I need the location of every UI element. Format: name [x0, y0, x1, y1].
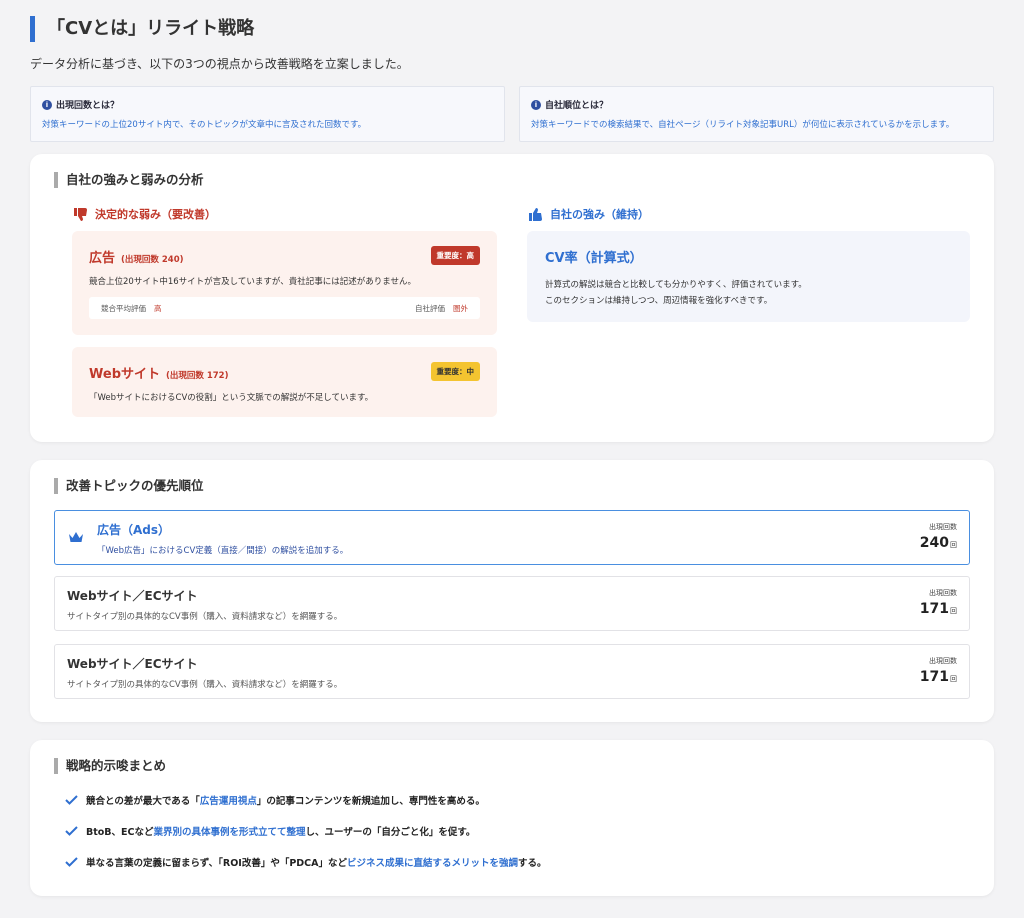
page-title: 「CVとは」リライト戦略 — [30, 16, 254, 42]
summary-item: BtoB、ECなど業界別の具体事例を形式立てて整理し、ユーザーの「自分ごと化」を… — [65, 824, 475, 838]
section-heading: 自社の強みと弱みの分析 — [54, 172, 204, 188]
crown-icon — [69, 532, 83, 542]
info-box-appearance-count: i 出現回数とは？ 対策キーワードの上位20サイト内で、そのトピックが文章中に言… — [30, 86, 505, 142]
section-heading: 改善トピックの優先順位 — [54, 478, 204, 494]
strong-item-desc-1: 計算式の解説は競合と比較しても分かりやすく、評価されています。 — [545, 280, 807, 290]
priority-row-top[interactable]: 広告（Ads） 「Web広告」におけるCV定義（直接／間接）の解説を追加する。 … — [54, 510, 970, 565]
strong-heading: 自社の強み（維持） — [529, 206, 649, 222]
priority-badge-mid: 重要度：中 — [430, 362, 480, 381]
priority-desc: 「Web広告」におけるCV定義（直接／間接）の解説を追加する。 — [97, 546, 349, 556]
weak-item-desc: 「WebサイトにおけるCVの役割」という文脈での解説が不足しています。 — [89, 393, 374, 403]
evaluation-bar: 競合平均評価高 自社評価 圏外 — [89, 297, 480, 319]
weak-item-count: (出現回数 172) — [166, 371, 229, 381]
priority-title: 広告（Ads） — [97, 523, 171, 537]
priority-title: Webサイト／ECサイト — [67, 589, 198, 603]
thumbs-down-icon — [74, 207, 87, 221]
thumbs-up-icon — [529, 207, 542, 221]
strong-item-cv-rate: CV率（計算式） 計算式の解説は競合と比較しても分かりやすく、評価されています。… — [527, 231, 970, 322]
info-text: 対策キーワードの上位20サイト内で、そのトピックが文章中に言及された回数です。 — [42, 120, 367, 130]
weak-item-count: (出現回数 240) — [121, 255, 184, 265]
info-box-own-rank: i 自社順位とは？ 対策キーワードでの検索結果で、自社ページ（リライト対象記事U… — [519, 86, 994, 142]
eval-left-value: 高 — [154, 303, 162, 313]
count-unit: 回 — [950, 675, 957, 683]
priority-row[interactable]: Webサイト／ECサイト サイトタイプ別の具体的なCV事例（購入、資料請求など）… — [54, 644, 970, 699]
count-label: 出現回数 — [929, 589, 957, 597]
check-icon — [65, 857, 78, 867]
weak-item-title: Webサイト — [89, 367, 160, 382]
weak-item-desc: 競合上位20サイト中16サイトが言及していますが、貴社記事には記述がありません。 — [89, 277, 416, 287]
summary-highlight: 業界別の具体事例を形式立てて整理 — [153, 827, 306, 838]
weak-item-ads: 広告 (出現回数 240) 重要度：高 競合上位20サイト中16サイトが言及して… — [72, 231, 497, 335]
priority-row[interactable]: Webサイト／ECサイト サイトタイプ別の具体的なCV事例（購入、資料請求など）… — [54, 576, 970, 631]
summary-item: 競合との差が最大である「広告運用視点」の記事コンテンツを新規追加し、専門性を高め… — [65, 793, 485, 807]
info-text: 対策キーワードでの検索結果で、自社ページ（リライト対象記事URL）が何位に表示さ… — [531, 120, 955, 130]
analysis-card: 自社の強みと弱みの分析 決定的な弱み（要改善） 自社の強み（維持） 広告 (出現… — [30, 154, 994, 442]
info-title: 出現回数とは？ — [56, 101, 120, 111]
info-title: 自社順位とは？ — [545, 101, 609, 111]
count-unit: 回 — [950, 541, 957, 549]
weak-item-website: Webサイト (出現回数 172) 重要度：中 「WebサイトにおけるCVの役割… — [72, 347, 497, 417]
info-icon: i — [42, 99, 52, 110]
summary-highlight: ビジネス成果に直結するメリットを強調 — [347, 858, 519, 869]
summary-highlight: 広告運用視点 — [199, 796, 257, 807]
info-icon: i — [531, 99, 541, 110]
count-label: 出現回数 — [929, 657, 957, 665]
eval-left-label: 競合平均評価 — [101, 303, 146, 313]
weak-item-title: 広告 — [89, 251, 116, 266]
page-subtitle: データ分析に基づき、以下の3つの視点から改善戦略を立案しました。 — [30, 57, 409, 71]
eval-right-label: 自社評価 — [415, 303, 445, 313]
count-value: 240 — [919, 535, 949, 551]
priority-desc: サイトタイプ別の具体的なCV事例（購入、資料請求など）を網羅する。 — [67, 680, 343, 690]
eval-right-value: 圏外 — [453, 303, 468, 313]
check-icon — [65, 826, 78, 836]
weak-heading: 決定的な弱み（要改善） — [74, 206, 216, 222]
count-value: 171 — [919, 669, 949, 685]
priority-desc: サイトタイプ別の具体的なCV事例（購入、資料請求など）を網羅する。 — [67, 612, 343, 622]
strong-item-desc-2: このセクションは維持しつつ、周辺情報を強化すべきです。 — [545, 296, 773, 306]
priority-card: 改善トピックの優先順位 広告（Ads） 「Web広告」におけるCV定義（直接／間… — [30, 460, 994, 722]
count-unit: 回 — [950, 607, 957, 615]
priority-title: Webサイト／ECサイト — [67, 657, 198, 671]
count-value: 171 — [919, 601, 949, 617]
priority-badge-high: 重要度：高 — [430, 246, 480, 265]
count-label: 出現回数 — [929, 523, 957, 531]
section-heading: 戦略的示唆まとめ — [54, 758, 166, 774]
summary-card: 戦略的示唆まとめ 競合との差が最大である「広告運用視点」の記事コンテンツを新規追… — [30, 740, 994, 896]
check-icon — [65, 795, 78, 805]
strong-item-title: CV率（計算式） — [545, 251, 643, 266]
summary-item: 単なる言葉の定義に留まらず、「ROI改善」や「PDCA」などビジネス成果に直結す… — [65, 855, 547, 869]
